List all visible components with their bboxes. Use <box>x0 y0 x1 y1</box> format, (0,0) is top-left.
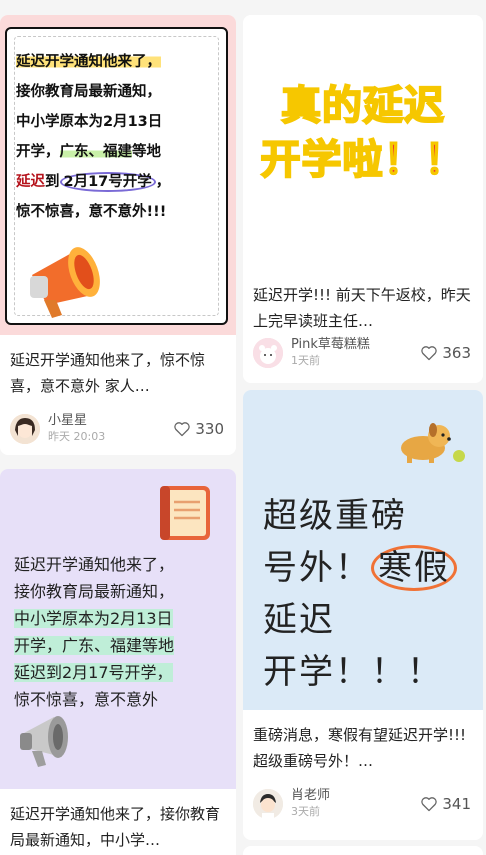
notice-line-highlight: 中小学原本为2月13日 <box>14 609 173 628</box>
notice-line: 延迟开学通知他来了， <box>16 54 161 70</box>
post-meta: 小星星 昨天 20:03 330 <box>0 413 236 445</box>
notice-line: 惊不惊喜，意不意外!!! <box>16 204 167 220</box>
cover-headline: 开学啦！！ <box>260 136 466 184</box>
post-cover-image[interactable]: 真的延迟 开学啦！！ <box>243 15 483 270</box>
like-button[interactable]: 363 <box>420 344 471 362</box>
notice-line-highlight: 开学，广东、福建等地 <box>14 636 175 655</box>
book-icon <box>160 486 210 540</box>
notice-line: 延迟开学通知他来了， <box>14 555 175 574</box>
megaphone-icon <box>30 247 100 318</box>
notice-line: 接你教育局最新通知， <box>16 84 161 100</box>
heart-outline-icon <box>421 797 438 812</box>
post-cover-image[interactable]: 超级重磅 号外！ 寒假 延迟 开学！！！ <box>243 390 483 710</box>
notice-line: 接你教育局最新通知， <box>14 582 175 601</box>
heart-outline-icon <box>174 422 191 437</box>
like-count: 341 <box>442 795 471 813</box>
headline-line: 号外！ <box>263 548 371 588</box>
post-card[interactable]: 超级重磅 号外！ 寒假 延迟 开学！！！ 重磅消息，寒假有望延迟开学!!! 超级重… <box>243 390 483 840</box>
cover-headline: 超级重磅 号外！ 寒假 延迟 开学！！！ <box>263 490 457 698</box>
megaphone-icon <box>20 716 68 767</box>
girl-avatar-icon <box>10 414 40 444</box>
dog-icon <box>401 423 465 463</box>
post-meta: Pink草莓糕糕 1天前 363 <box>243 337 483 369</box>
post-title[interactable]: 延迟开学通知他来了，接你教育局最新通知，中小学… <box>0 801 236 853</box>
avatar[interactable] <box>253 338 283 368</box>
post-cover-image[interactable]: 延迟开学通知他来了， 接你教育局最新通知， 中小学原本为2月13日 开学，广东、… <box>0 15 236 335</box>
like-button[interactable]: 341 <box>420 795 471 813</box>
author-name[interactable]: 肖老师 <box>291 788 420 804</box>
notice-text: 延迟开学通知他来了， 接你教育局最新通知， 中小学原本为2月13日 开学，广东、… <box>16 47 206 227</box>
like-button[interactable]: 330 <box>173 420 224 438</box>
avatar[interactable] <box>10 414 40 444</box>
notice-text: 延迟开学通知他来了， 接你教育局最新通知， 中小学原本为2月13日 开学，广东、… <box>14 551 224 713</box>
headline-line: 超级重磅 <box>263 496 407 536</box>
post-title[interactable]: 延迟开学通知他来了，惊不惊喜，意不意外 家人… <box>0 347 236 399</box>
post-time: 昨天 20:03 <box>48 430 106 443</box>
post-card[interactable]: 延迟开学通知他来了， 接你教育局最新通知， 中小学原本为2月13日 开学，广东、… <box>0 469 236 855</box>
like-count: 363 <box>442 344 471 362</box>
cover-headline: 真的延迟 <box>280 82 445 130</box>
headline-circled: 寒假 <box>371 545 457 591</box>
notice-line: ， <box>155 174 171 190</box>
teacher-avatar-icon <box>253 789 283 819</box>
notice-line-red: 延迟 <box>16 174 45 190</box>
post-time: 1天前 <box>291 354 320 367</box>
post-title[interactable]: 延迟开学!!! 前天下午返校，昨天上完早读班主任… <box>243 282 483 334</box>
notice-line: 中小学原本为2月13日 <box>16 114 163 130</box>
post-card[interactable]: 真的延迟 开学啦！！ 延迟开学!!! 前天下午返校，昨天上完早读班主任… Pin… <box>243 15 483 383</box>
notice-line: 开学， <box>16 144 60 160</box>
pink-avatar-icon <box>253 338 283 368</box>
author-name[interactable]: 小星星 <box>48 413 173 429</box>
post-meta: 肖老师 3天前 341 <box>243 788 483 820</box>
avatar[interactable] <box>253 789 283 819</box>
headline-line: 延迟 <box>263 600 335 640</box>
post-cover-image[interactable]: 延迟开学通知他来了， 接你教育局最新通知， 中小学原本为2月13日 开学，广东、… <box>0 469 236 789</box>
notice-line: 等地 <box>132 144 161 160</box>
notice-line-circled: 2月17号开学 <box>59 172 156 192</box>
heart-outline-icon <box>421 346 438 361</box>
post-title[interactable]: 重磅消息，寒假有望延迟开学!!! 超级重磅号外！… <box>243 722 483 774</box>
post-card[interactable]: 延迟开学通知他来了， 接你教育局最新通知， 中小学原本为2月13日 开学，广东、… <box>0 15 236 455</box>
notice-line: 到 <box>45 174 60 190</box>
notice-line-highlight: 延迟到2月17号开学， <box>14 663 173 682</box>
post-time: 3天前 <box>291 805 320 818</box>
like-count: 330 <box>195 420 224 438</box>
notice-line-highlight: 广东、福建 <box>59 144 132 160</box>
headline-line: 开学！！！ <box>263 652 443 692</box>
post-card[interactable] <box>243 846 483 855</box>
author-name[interactable]: Pink草莓糕糕 <box>291 337 420 353</box>
